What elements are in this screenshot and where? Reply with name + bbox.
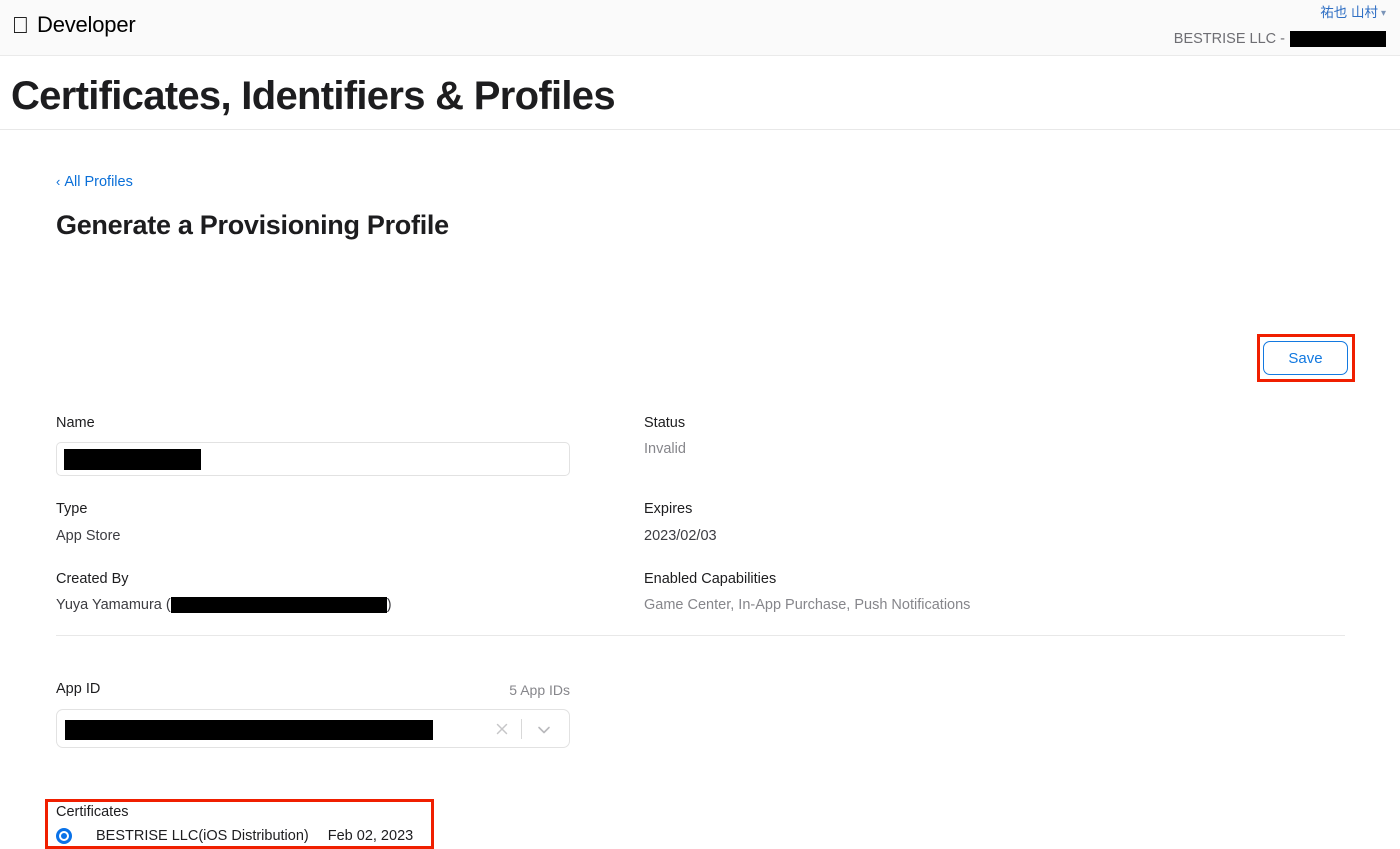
close-icon[interactable] xyxy=(493,720,511,738)
certificates-label: Certificates xyxy=(56,804,129,820)
global-header-bar:  Developer 祐也 山村▾ BESTRISE LLC - xyxy=(0,0,1400,56)
created-by-suffix: ) xyxy=(386,597,392,613)
breadcrumb-all-profiles[interactable]: ‹ All Profiles xyxy=(56,172,133,192)
name-input[interactable] xyxy=(56,442,570,476)
apple-developer-brand[interactable]:  Developer xyxy=(11,12,136,37)
certificate-date: Feb 02, 2023 xyxy=(327,828,414,844)
certificate-name: BESTRISE LLC(iOS Distribution) xyxy=(96,828,309,844)
brand-name-label: Developer xyxy=(37,12,136,37)
select-divider xyxy=(521,719,522,739)
certificate-radio-button[interactable] xyxy=(56,828,72,844)
expires-field-value: 2023/02/03 xyxy=(644,528,717,544)
created-by-name: Yuya Yamamura ( xyxy=(56,597,171,613)
account-team-name: BESTRISE LLC - xyxy=(1173,31,1285,47)
type-field-value: App Store xyxy=(56,528,121,544)
chevron-down-icon[interactable] xyxy=(535,721,553,739)
type-field-label: Type xyxy=(56,501,88,517)
redacted-email-value xyxy=(170,597,387,613)
app-id-select[interactable] xyxy=(56,709,570,748)
expires-field-label: Expires xyxy=(644,501,693,517)
section-divider xyxy=(56,635,1345,636)
chevron-down-icon: ▾ xyxy=(1380,8,1386,19)
redacted-team-id xyxy=(1290,31,1386,47)
page-title-divider xyxy=(0,129,1400,130)
account-team-row: BESTRISE LLC - xyxy=(1174,29,1386,49)
account-block: 祐也 山村 ▾ BESTRISE LLC - xyxy=(1174,4,1386,49)
status-field-value: Invalid xyxy=(644,441,686,457)
save-button[interactable]: Save xyxy=(1263,341,1348,375)
created-by-field-value: Yuya Yamamura ( ) xyxy=(56,595,392,615)
apple-logo-icon:  xyxy=(11,13,30,37)
section-heading: Generate a Provisioning Profile xyxy=(56,210,449,240)
status-field-label: Status xyxy=(644,415,686,431)
enabled-capabilities-field-label: Enabled Capabilities xyxy=(644,571,777,587)
chevron-left-icon: ‹ xyxy=(56,174,61,189)
app-id-count-label: 5 App IDs xyxy=(509,682,570,698)
page-title: Certificates, Identifiers & Profiles xyxy=(11,74,616,118)
breadcrumb-label: All Profiles xyxy=(64,174,133,190)
redacted-name-value xyxy=(64,449,201,470)
app-id-field-label: App ID xyxy=(56,681,101,697)
account-user-name: 祐也 山村 xyxy=(1320,5,1378,20)
created-by-field-label: Created By xyxy=(56,571,129,587)
name-field-label: Name xyxy=(56,415,95,431)
enabled-capabilities-field-value: Game Center, In-App Purchase, Push Notif… xyxy=(644,597,971,613)
redacted-app-id-value xyxy=(65,720,433,740)
account-user-menu[interactable]: 祐也 山村 ▾ xyxy=(1174,4,1386,24)
certificate-list-item[interactable]: BESTRISE LLC(iOS Distribution) Feb 02, 2… xyxy=(56,826,413,846)
